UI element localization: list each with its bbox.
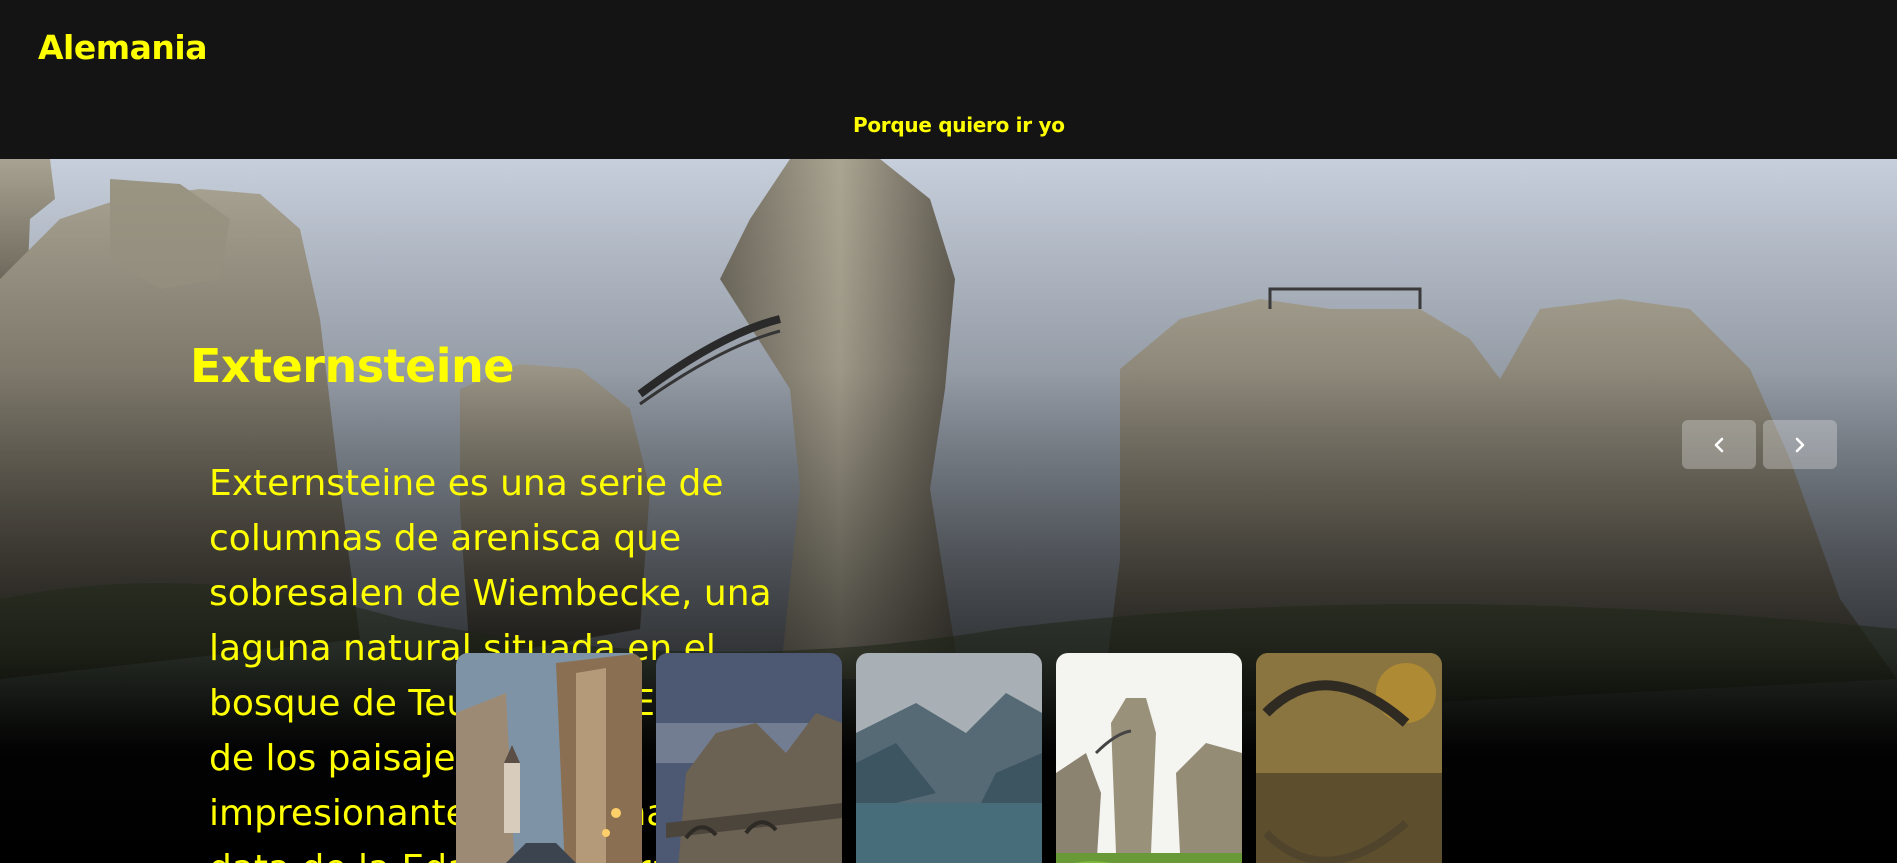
site-header: Alemania Porque quiero ir yo [0,0,1897,159]
thumbnail-lake-valley[interactable] [856,653,1042,863]
brand-logo[interactable]: Alemania [38,28,207,67]
carousel-next-button[interactable] [1763,420,1837,469]
chevron-right-icon [1795,437,1805,452]
thumbnail-externsteine[interactable] [1056,653,1242,863]
thumbnail-rakotz-bridge[interactable] [1256,653,1442,863]
carousel-prev-button[interactable] [1682,420,1756,469]
hero-carousel: Externsteine Externsteine es una serie d… [0,159,1897,863]
nav-link-porque-quiero-ir[interactable]: Porque quiero ir yo [853,113,1065,137]
chevron-left-icon [1714,437,1724,452]
thumbnail-bastei-bridge[interactable] [656,653,842,863]
thumbnail-old-town-street[interactable] [456,653,642,863]
thumbnail-strip [456,653,1446,863]
hero-title: Externsteine [190,339,515,393]
